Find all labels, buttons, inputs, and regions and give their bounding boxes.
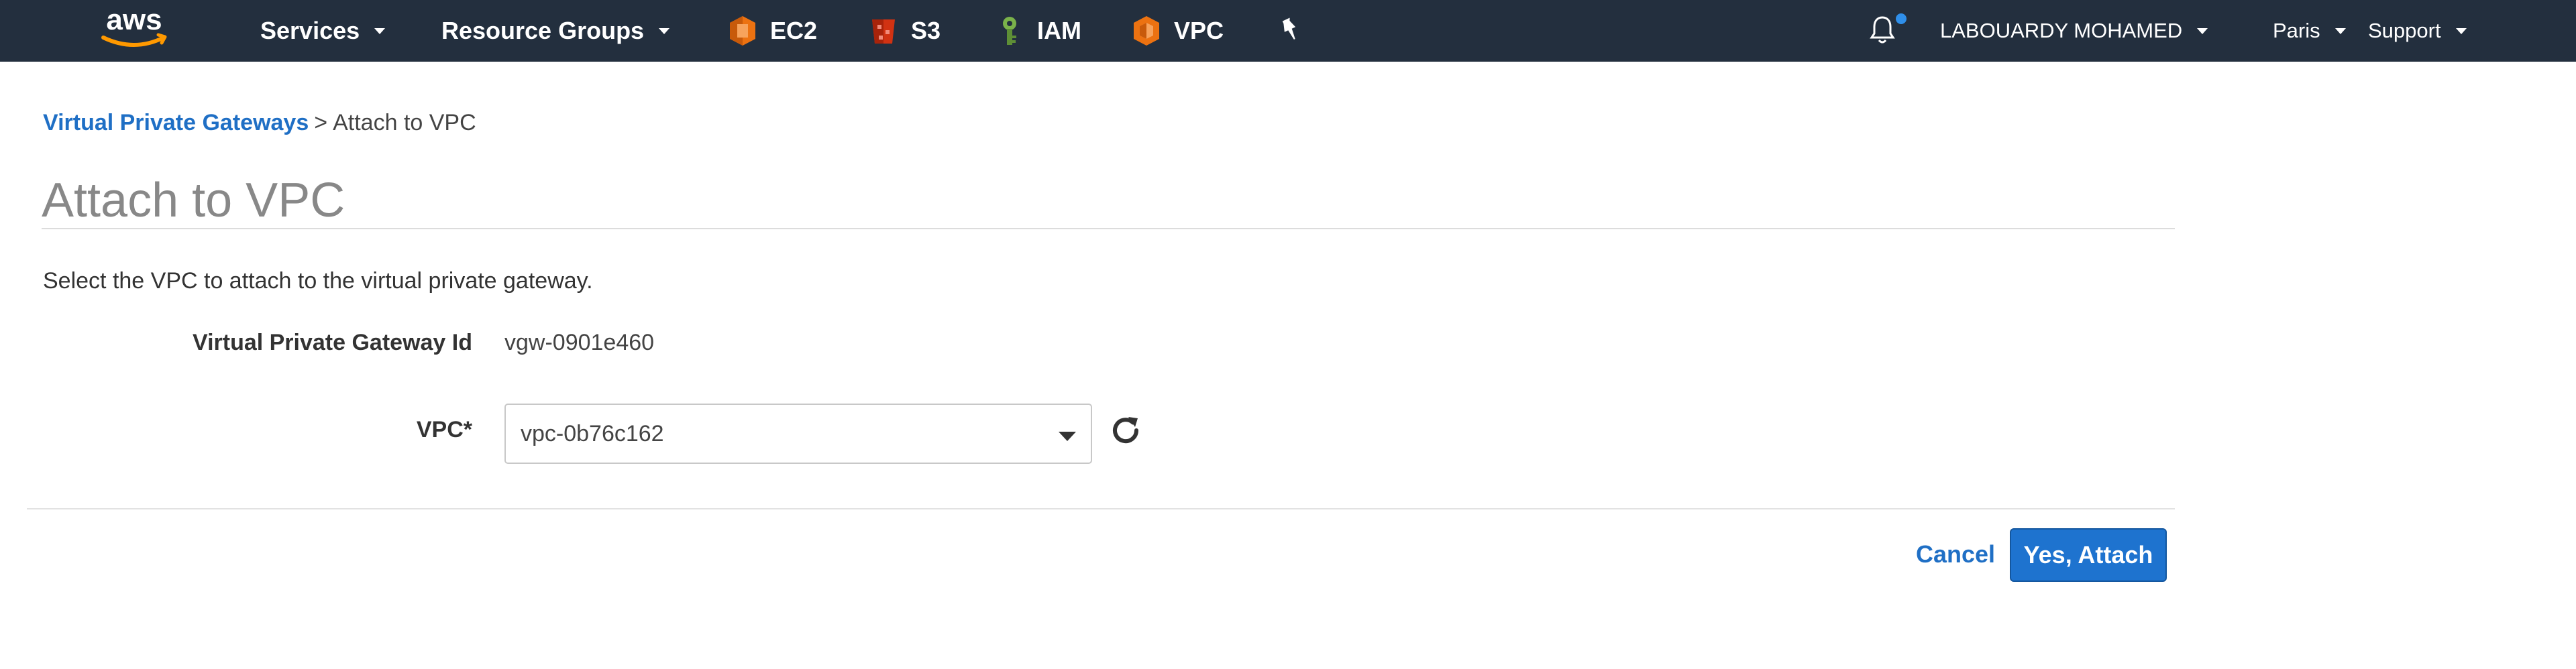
resource-groups-menu[interactable]: Resource Groups <box>441 0 670 62</box>
shortcut-vpc[interactable]: VPC <box>1130 0 1224 62</box>
page-description: Select the VPC to attach to the virtual … <box>43 268 593 294</box>
breadcrumb-current: Attach to VPC <box>333 110 476 135</box>
breadcrumb-separator: > <box>314 110 328 135</box>
shortcut-iam[interactable]: IAM <box>993 0 1081 62</box>
bell-icon[interactable] <box>1866 13 1898 46</box>
services-menu[interactable]: Services <box>260 0 386 62</box>
chevron-down-icon <box>659 27 670 34</box>
region-label: Paris <box>2273 19 2320 42</box>
chevron-down-icon <box>2455 27 2467 34</box>
aws-logo-text: aws <box>106 3 162 36</box>
title-divider <box>42 228 2175 229</box>
resource-groups-label: Resource Groups <box>441 17 645 44</box>
refresh-icon[interactable] <box>1107 412 1144 449</box>
pushpin-icon[interactable] <box>1277 16 1303 43</box>
vpc-icon <box>1134 16 1159 46</box>
chevron-down-icon <box>2334 27 2346 34</box>
shortcut-s3-label: S3 <box>911 17 941 44</box>
vpc-selected-value: vpc-0b76c162 <box>521 421 664 446</box>
account-menu[interactable]: LABOUARDY MOHAMED <box>1940 0 2208 62</box>
cancel-button[interactable]: Cancel <box>1916 540 1995 568</box>
chevron-down-icon <box>2197 27 2208 34</box>
shortcut-ec2[interactable]: EC2 <box>726 0 817 62</box>
notification-badge <box>1896 13 1907 24</box>
shortcut-iam-label: IAM <box>1037 17 1081 44</box>
breadcrumb: Virtual Private Gateways > Attach to VPC <box>43 110 476 136</box>
account-name: LABOUARDY MOHAMED <box>1940 19 2183 42</box>
gateway-id-label: Virtual Private Gateway Id <box>193 330 472 355</box>
ec2-icon <box>730 16 755 46</box>
services-label: Services <box>260 17 360 44</box>
support-menu[interactable]: Support <box>2368 0 2467 62</box>
breadcrumb-link-virtual-private-gateways[interactable]: Virtual Private Gateways <box>43 110 309 135</box>
footer-divider <box>27 508 2175 509</box>
gateway-id-value: vgw-0901e460 <box>504 330 655 355</box>
region-menu[interactable]: Paris <box>2273 0 2346 62</box>
chevron-down-icon <box>374 27 386 34</box>
shortcut-s3[interactable]: S3 <box>867 0 941 62</box>
top-navigation-bar: aws Services Resource Groups EC2 S3 IAM … <box>0 0 2576 62</box>
support-label: Support <box>2368 19 2441 42</box>
vpc-label: VPC* <box>416 417 472 442</box>
iam-icon <box>1003 17 1016 45</box>
yes-attach-button[interactable]: Yes, Attach <box>2010 528 2167 582</box>
shortcut-ec2-label: EC2 <box>770 17 818 44</box>
aws-logo[interactable]: aws <box>94 3 174 56</box>
vpc-select[interactable]: vpc-0b76c162 <box>504 404 1092 464</box>
dropdown-arrow-icon <box>1059 432 1076 441</box>
shortcut-vpc-label: VPC <box>1174 17 1224 44</box>
page-title: Attach to VPC <box>42 174 345 227</box>
s3-icon <box>872 19 895 44</box>
